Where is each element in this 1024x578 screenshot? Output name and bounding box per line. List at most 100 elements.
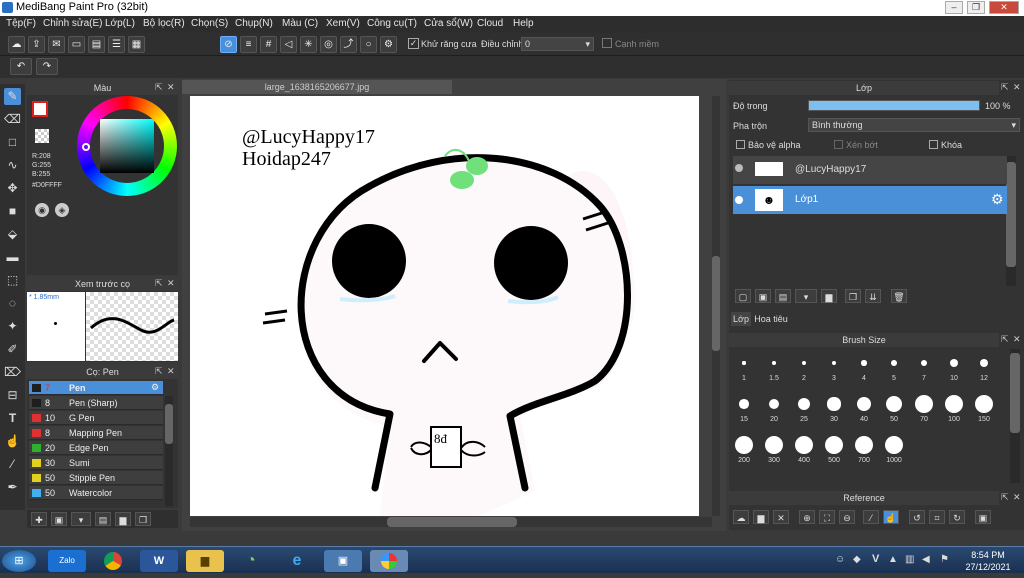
volume-icon[interactable]: ◀ <box>922 554 930 565</box>
brush-item[interactable]: 50 Watercolor <box>29 486 163 500</box>
eye-icon[interactable] <box>735 164 743 172</box>
document-tab[interactable]: large_1638165206677.jpg <box>182 80 452 94</box>
hand-icon[interactable]: ☝ <box>883 510 899 524</box>
select-rect-tool-icon[interactable]: ⬚ <box>4 272 21 289</box>
saturation-square[interactable] <box>100 119 154 173</box>
comment-alt-icon[interactable]: ▭ <box>68 36 85 53</box>
add-layer-menu-icon[interactable]: ▾ <box>795 289 817 303</box>
bucket-tool-icon[interactable]: ⬙ <box>4 226 21 243</box>
brush-size-option[interactable]: 400 <box>790 433 818 471</box>
close-icon[interactable]: ✕ <box>1013 82 1021 93</box>
grid-snap-icon[interactable]: # <box>260 36 277 53</box>
menu-layer[interactable]: Lớp(L) <box>105 18 135 29</box>
menu-view[interactable]: Xem(V) <box>326 18 360 29</box>
circle-snap-icon[interactable]: ○ <box>360 36 377 53</box>
brush-size-option[interactable]: 150 <box>970 392 998 430</box>
popout-icon[interactable]: ⇱ <box>155 278 163 289</box>
gear-icon[interactable]: ⚙ <box>151 382 159 393</box>
brush-menu-icon[interactable]: ▾ <box>71 512 91 526</box>
eyedropper-icon[interactable]: ⁄ <box>863 510 879 524</box>
perspective-snap-icon[interactable]: ◁ <box>280 36 297 53</box>
palette-add-icon[interactable]: ◈ <box>55 203 69 217</box>
explorer-icon[interactable]: ▆ <box>186 550 224 572</box>
menu-filter[interactable]: Bộ lọc(R) <box>143 18 185 29</box>
trash-icon[interactable]: 🗑 <box>891 289 907 303</box>
duplicate-icon[interactable]: ❐ <box>135 512 151 526</box>
upload-icon[interactable]: ⇪ <box>28 36 45 53</box>
clock[interactable]: 8:54 PM 27/12/2021 <box>958 549 1018 573</box>
foreground-color-swatch[interactable] <box>32 101 48 117</box>
gradient-tool-icon[interactable]: ▬ <box>4 249 21 266</box>
menu-window[interactable]: Cửa sổ(W) <box>424 18 473 29</box>
menu-file[interactable]: Tệp(F) <box>6 18 36 29</box>
cloud-icon[interactable]: ☁ <box>8 36 25 53</box>
coccoc-icon[interactable]: ◔ <box>232 550 270 572</box>
brush-size-option[interactable]: 1.5 <box>760 351 788 389</box>
radial-snap-icon[interactable]: ✳ <box>300 36 317 53</box>
popout-icon[interactable]: ⇱ <box>1001 334 1009 345</box>
color-wheel[interactable] <box>77 96 177 196</box>
lock-reference-icon[interactable]: ▣ <box>975 510 991 524</box>
undo-icon[interactable]: ↶ <box>10 58 32 75</box>
transparent-color-swatch[interactable] <box>35 129 49 143</box>
close-reference-icon[interactable]: ✕ <box>773 510 789 524</box>
brush-size-option[interactable]: 4 <box>850 351 878 389</box>
new-halftone-layer-icon[interactable]: ▣ <box>755 289 771 303</box>
menu-snap[interactable]: Chụp(N) <box>235 18 273 29</box>
popout-icon[interactable]: ⇱ <box>155 82 163 93</box>
adjust-dropdown[interactable]: 0 ▾ <box>521 37 594 51</box>
close-icon[interactable]: ✕ <box>167 366 175 377</box>
brush-size-option[interactable]: 2 <box>790 351 818 389</box>
curve-tool-icon[interactable]: ∿ <box>4 157 21 174</box>
canvas-vscrollbar[interactable] <box>712 96 720 516</box>
popout-icon[interactable]: ⇱ <box>155 366 163 377</box>
comment-icon[interactable]: ✉ <box>48 36 65 53</box>
medibang-window-icon[interactable]: ▣ <box>324 550 362 572</box>
brush-size-option[interactable]: 70 <box>910 392 938 430</box>
divide-tool-icon[interactable]: ⊟ <box>4 387 21 404</box>
protect-alpha-checkbox[interactable] <box>736 140 745 149</box>
layer-row-selected[interactable]: ☻ Lớp1 ⚙ <box>733 186 1007 214</box>
brush-size-option[interactable]: 40 <box>850 392 878 430</box>
brush-item[interactable]: 7 Pen ⚙ <box>29 381 163 395</box>
copy-brush-icon[interactable]: ▤ <box>95 512 111 526</box>
tray-icon[interactable]: V <box>872 553 879 565</box>
layer-row[interactable]: @LucyHappy17 <box>733 156 1007 184</box>
lasso-tool-icon[interactable]: ◌ <box>4 295 21 312</box>
rotate-left-icon[interactable]: ↺ <box>909 510 925 524</box>
popout-icon[interactable]: ⇱ <box>1001 82 1009 93</box>
parallel-snap-icon[interactable]: ≡ <box>240 36 257 53</box>
hand-tool-icon[interactable]: ☝ <box>4 433 21 450</box>
word-icon[interactable]: W <box>140 550 178 572</box>
canvas-hscrollbar[interactable] <box>190 517 712 527</box>
document-canvas[interactable]: @LucyHappy17 Hoidap247 8đ <box>190 96 699 516</box>
gear-icon[interactable]: ⚙ <box>991 191 1004 208</box>
eraser-tool-icon[interactable]: ⌫ <box>4 111 21 128</box>
brush-size-option[interactable]: 25 <box>790 392 818 430</box>
close-icon[interactable]: ✕ <box>1013 334 1021 345</box>
brush-list-scrollbar[interactable] <box>165 396 173 506</box>
brush-size-option[interactable]: 30 <box>820 392 848 430</box>
fill-rect-tool-icon[interactable]: ■ <box>4 203 21 220</box>
select-pen-tool-icon[interactable]: ✐ <box>4 341 21 358</box>
new-layer-icon[interactable]: ▢ <box>735 289 751 303</box>
hue-marker[interactable] <box>82 143 90 151</box>
antialias-checkbox[interactable]: ✓ <box>408 38 419 49</box>
close-button[interactable]: ✕ <box>989 1 1019 14</box>
duplicate-layer-icon[interactable]: ❐ <box>845 289 861 303</box>
brush-size-option[interactable]: 10 <box>940 351 968 389</box>
close-icon[interactable]: ✕ <box>167 82 175 93</box>
layer-scrollbar[interactable] <box>1006 156 1016 286</box>
ie-icon[interactable]: e <box>278 550 316 572</box>
brush-size-option[interactable]: 200 <box>730 433 758 471</box>
brush-size-option[interactable]: 20 <box>760 392 788 430</box>
curve-snap-icon[interactable]: ⤴ <box>340 36 357 53</box>
tray-icon[interactable]: ☺ <box>835 554 845 565</box>
select-eraser-tool-icon[interactable]: ⌦ <box>4 364 21 381</box>
brush-size-option[interactable]: 7 <box>910 351 938 389</box>
palette-icon[interactable]: ◉ <box>35 203 49 217</box>
list-icon[interactable]: ☰ <box>108 36 125 53</box>
brush-size-option[interactable]: 700 <box>850 433 878 471</box>
menu-help[interactable]: Help <box>513 18 534 29</box>
brush-size-option[interactable]: 12 <box>970 351 998 389</box>
